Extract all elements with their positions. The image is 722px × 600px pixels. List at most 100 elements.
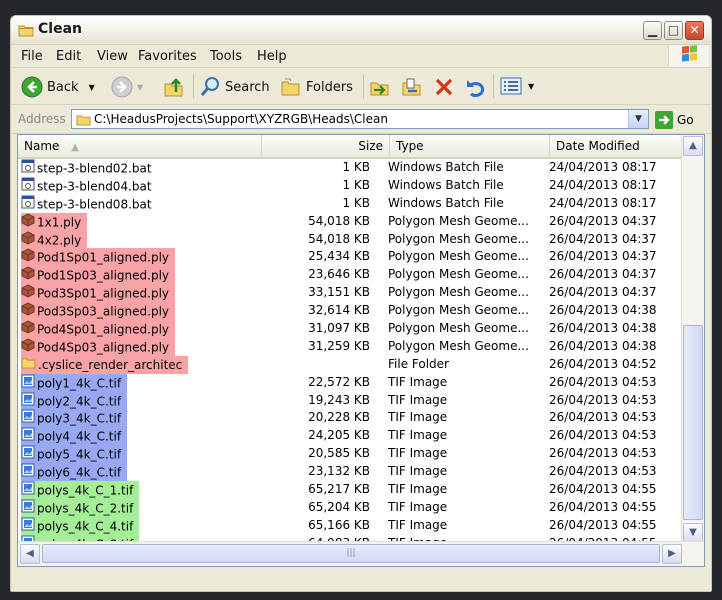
file-name-cell[interactable]: Pod1Sp03_aligned.ply bbox=[21, 266, 176, 285]
file-row[interactable]: polys_4k_C_1.tif 65,217 KB TIF Image 26/04/… bbox=[18, 481, 682, 499]
file-row[interactable]: 4x2.ply 54,018 KB Polygon Mesh Geome... 26/… bbox=[18, 230, 682, 249]
column-date-modified[interactable]: Date Modified bbox=[550, 135, 682, 157]
up-folder-button[interactable] bbox=[163, 76, 185, 98]
file-name-cell[interactable]: Pod3Sp01_aligned.ply bbox=[21, 284, 176, 303]
views-button[interactable]: ▼ bbox=[500, 76, 534, 96]
file-name-cell[interactable]: .cyslice_render_architec bbox=[21, 355, 189, 374]
file-row[interactable]: step-3-blend04.bat 1 KB Windows Batch File… bbox=[18, 177, 682, 195]
undo-button[interactable] bbox=[464, 76, 486, 98]
address-dropdown-button[interactable]: ▼ bbox=[628, 110, 648, 128]
file-row[interactable]: step-3-blend02.bat 1 KB Windows Batch File… bbox=[18, 159, 682, 177]
file-date-modified: 26/04/2013 04:53 bbox=[549, 464, 657, 479]
file-name-cell[interactable]: Pod4Sp01_aligned.ply bbox=[21, 320, 176, 338]
scroll-up-button[interactable]: ▲ bbox=[683, 136, 703, 156]
move-to-button[interactable] bbox=[369, 76, 391, 98]
column-size[interactable]: Size bbox=[262, 135, 390, 157]
file-name-cell[interactable]: poly3_4k_C.tif bbox=[21, 409, 128, 428]
file-name: poly4_4k_C.tif bbox=[37, 429, 122, 444]
back-arrow-icon bbox=[21, 76, 43, 98]
file-type: TIF Image bbox=[388, 392, 448, 407]
scroll-left-button[interactable]: ◀ bbox=[20, 544, 40, 564]
menu-favorites[interactable]: Favorites bbox=[138, 49, 197, 64]
horizontal-scroll-thumb[interactable]: ||| bbox=[42, 544, 660, 563]
file-name-cell[interactable]: poly4_4k_C.tif bbox=[21, 427, 128, 446]
file-row[interactable]: 1x1.ply 54,018 KB Polygon Mesh Geome... 26/… bbox=[18, 212, 682, 231]
vertical-scrollbar[interactable]: ▲ ▼ bbox=[681, 135, 704, 544]
file-name-cell[interactable]: 4x2.ply bbox=[21, 230, 88, 249]
file-name-cell[interactable]: step-3-blend04.bat bbox=[21, 177, 158, 195]
file-row[interactable]: Pod4Sp01_aligned.ply 31,097 KB Polygon Mes… bbox=[18, 320, 682, 338]
file-row[interactable]: poly1_4k_C.tif 22,572 KB TIF Image 26/04/20… bbox=[18, 373, 682, 392]
file-size: 33,151 KB bbox=[308, 285, 370, 300]
file-name: poly2_4k_C.tif bbox=[37, 394, 122, 409]
file-row[interactable]: poly5_4k_C.tif 20,585 KB TIF Image 26/04/20… bbox=[18, 445, 682, 464]
file-row[interactable]: Pod3Sp01_aligned.ply 33,151 KB Polygon Mes… bbox=[18, 284, 682, 303]
delete-button[interactable] bbox=[433, 76, 455, 98]
column-type[interactable]: Type bbox=[390, 135, 550, 157]
file-row[interactable]: Pod1Sp03_aligned.ply 23,646 KB Polygon Mes… bbox=[18, 266, 682, 285]
file-type: Polygon Mesh Geome... bbox=[388, 249, 529, 264]
file-name: poly5_4k_C.tif bbox=[37, 447, 122, 462]
file-type: Polygon Mesh Geome... bbox=[388, 338, 529, 353]
go-button[interactable]: Go bbox=[655, 111, 694, 129]
file-row[interactable]: poly6_4k_C.tif 23,132 KB TIF Image 26/04/20… bbox=[18, 463, 682, 482]
search-button[interactable]: Search bbox=[199, 76, 270, 98]
file-name: polys_4k_C_1.tif bbox=[37, 483, 134, 498]
file-row[interactable]: Pod3Sp03_aligned.ply 32,614 KB Polygon Mes… bbox=[18, 302, 682, 321]
file-date-modified: 24/04/2013 08:17 bbox=[549, 177, 657, 192]
copy-to-button[interactable] bbox=[401, 76, 423, 98]
file-name-cell[interactable]: Pod3Sp03_aligned.ply bbox=[21, 302, 176, 321]
windows-flag-icon bbox=[682, 45, 697, 62]
file-name-cell[interactable]: 1x1.ply bbox=[21, 212, 88, 231]
maximize-button[interactable]: □ bbox=[664, 21, 683, 40]
file-size: 65,217 KB bbox=[308, 482, 370, 497]
back-dropdown-icon[interactable]: ▼ bbox=[89, 83, 95, 92]
scroll-right-button[interactable]: ▶ bbox=[662, 544, 682, 564]
forward-dropdown-icon[interactable]: ▼ bbox=[137, 83, 143, 92]
file-date-modified: 26/04/2013 04:53 bbox=[549, 374, 657, 389]
scroll-down-button[interactable]: ▼ bbox=[683, 523, 703, 543]
file-name-cell[interactable]: Pod1Sp01_aligned.ply bbox=[21, 248, 176, 267]
file-name-cell[interactable]: polys_4k_C_2.tif bbox=[21, 498, 140, 517]
file-name-cell[interactable]: poly2_4k_C.tif bbox=[21, 391, 128, 410]
menu-help[interactable]: Help bbox=[257, 49, 287, 64]
horizontal-scrollbar[interactable]: ◀ ||| ▶ bbox=[18, 541, 704, 566]
file-name: Pod4Sp01_aligned.ply bbox=[37, 322, 170, 337]
title-bar[interactable]: Clean ▁ □ ✕ bbox=[11, 16, 711, 45]
file-row[interactable]: poly4_4k_C.tif 24,205 KB TIF Image 26/04/20… bbox=[18, 427, 682, 446]
file-name-cell[interactable]: Pod4Sp03_aligned.ply bbox=[21, 337, 176, 356]
chevron-left-icon: ◀ bbox=[26, 548, 34, 559]
file-type: Polygon Mesh Geome... bbox=[388, 267, 529, 282]
file-name-cell[interactable]: poly1_4k_C.tif bbox=[21, 373, 128, 392]
file-name: 1x1.ply bbox=[37, 215, 82, 230]
menu-tools[interactable]: Tools bbox=[210, 49, 242, 64]
file-name-cell[interactable]: step-3-blend02.bat bbox=[21, 159, 158, 177]
file-row[interactable]: poly2_4k_C.tif 19,243 KB TIF Image 26/04/20… bbox=[18, 391, 682, 410]
file-size: 19,243 KB bbox=[308, 392, 370, 407]
file-name-cell[interactable]: polys_4k_C_4.tif bbox=[21, 516, 140, 535]
menu-file[interactable]: File bbox=[21, 49, 43, 64]
close-button[interactable]: ✕ bbox=[685, 21, 704, 40]
folders-button[interactable]: Folders bbox=[280, 76, 353, 98]
file-name-cell[interactable]: poly6_4k_C.tif bbox=[21, 463, 128, 482]
column-name[interactable]: Name ▲ bbox=[18, 135, 262, 157]
file-row[interactable]: poly3_4k_C.tif 20,228 KB TIF Image 26/04/20… bbox=[18, 409, 682, 428]
address-input[interactable]: C:\HeadusProjects\Support\XYZRGB\Heads\C… bbox=[71, 109, 649, 129]
menu-view[interactable]: View bbox=[97, 49, 128, 64]
forward-button[interactable]: ▼ bbox=[111, 76, 143, 98]
file-name-cell[interactable]: poly5_4k_C.tif bbox=[21, 445, 128, 464]
file-row[interactable]: Pod4Sp03_aligned.ply 31,259 KB Polygon Mes… bbox=[18, 337, 682, 356]
file-row[interactable]: Pod1Sp01_aligned.ply 25,434 KB Polygon Mes… bbox=[18, 248, 682, 267]
minimize-button[interactable]: ▁ bbox=[643, 21, 662, 40]
file-row[interactable]: polys_4k_C_2.tif 65,204 KB TIF Image 26/04/… bbox=[18, 498, 682, 517]
file-row[interactable]: .cyslice_render_architec File Folder 26/04… bbox=[18, 355, 682, 374]
menu-edit[interactable]: Edit bbox=[56, 49, 81, 64]
vertical-scroll-thumb[interactable] bbox=[683, 325, 703, 520]
file-row[interactable]: step-3-blend08.bat 1 KB Windows Batch File… bbox=[18, 195, 682, 213]
file-type: Polygon Mesh Geome... bbox=[388, 303, 529, 318]
back-button[interactable]: Back ▼ bbox=[21, 76, 95, 98]
file-name: Pod1Sp01_aligned.ply bbox=[37, 250, 170, 265]
file-name-cell[interactable]: polys_4k_C_1.tif bbox=[21, 481, 140, 499]
file-name-cell[interactable]: step-3-blend08.bat bbox=[21, 195, 158, 213]
file-row[interactable]: polys_4k_C_4.tif 65,166 KB TIF Image 26/04/… bbox=[18, 516, 682, 535]
